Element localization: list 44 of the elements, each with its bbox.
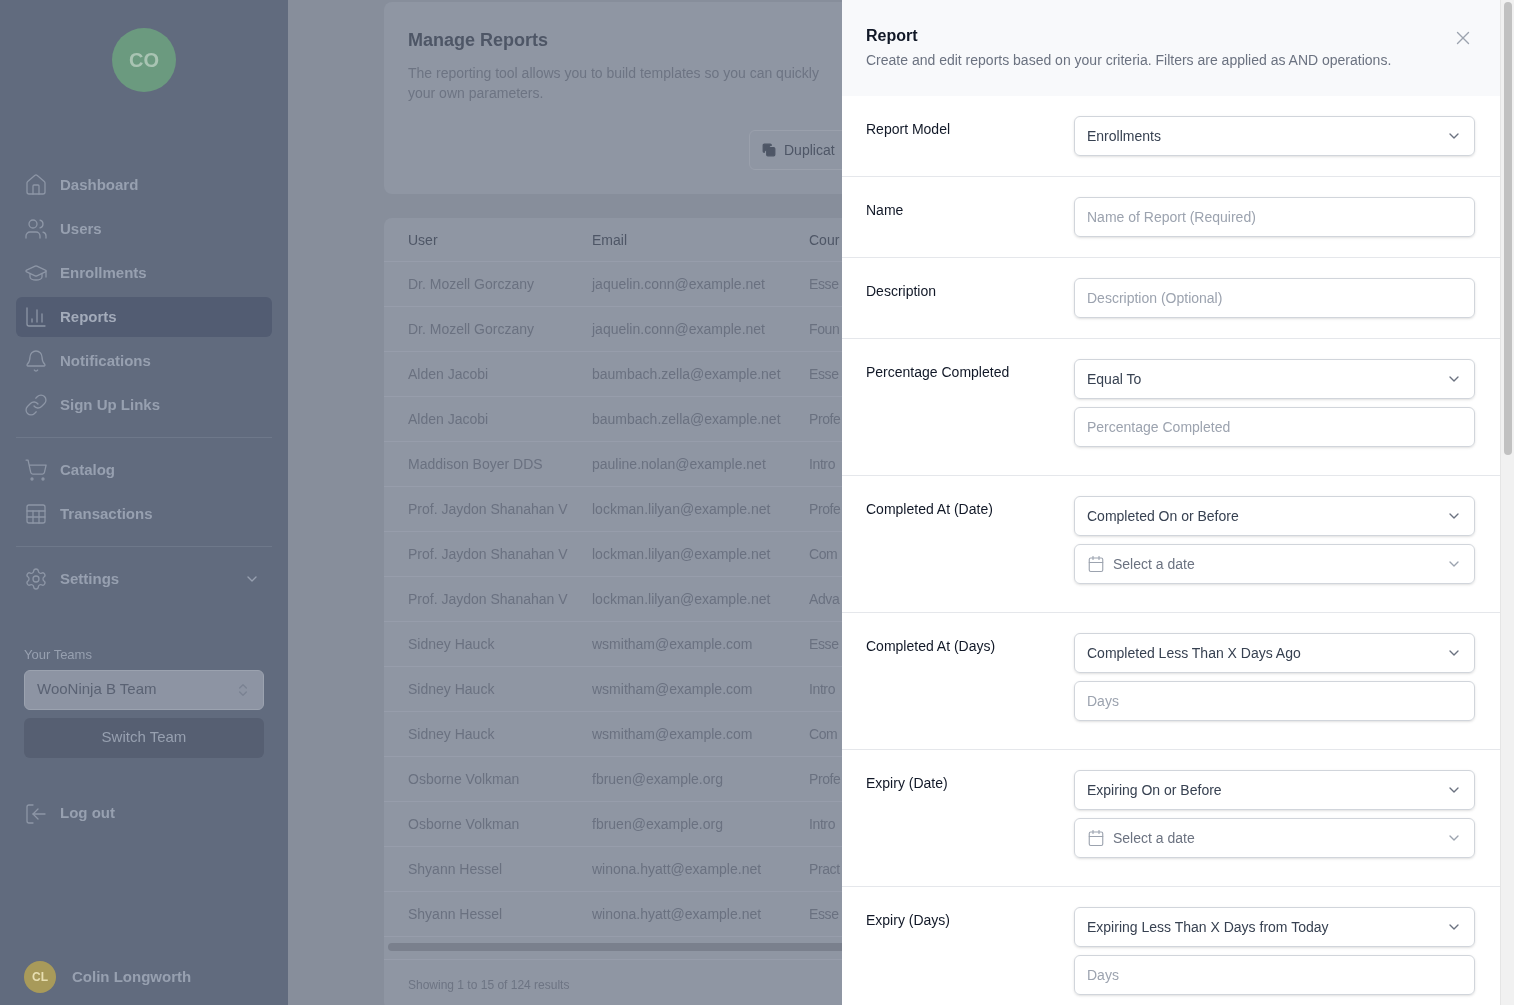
scrollbar-thumb[interactable]	[1503, 2, 1512, 455]
field-label: Expiry (Days)	[866, 911, 951, 930]
select-field[interactable]: Expiring On or Before	[1074, 770, 1475, 810]
text-field[interactable]: Days	[1074, 955, 1475, 995]
table-icon	[24, 502, 48, 526]
field-label: Expiry (Date)	[866, 774, 949, 793]
link-icon	[24, 393, 48, 417]
logout-icon	[24, 801, 48, 826]
text-field[interactable]: Days	[1074, 681, 1475, 721]
bar-chart-icon	[24, 305, 48, 329]
home-icon	[24, 173, 48, 197]
calendar-icon	[1087, 829, 1105, 847]
select-field[interactable]: Enrollments	[1074, 116, 1475, 156]
field-label: Completed At (Days)	[866, 637, 997, 656]
field-label: Completed At (Date)	[866, 500, 994, 519]
panel-subtitle: Create and edit reports based on your criteria. Filters are applied as AND operations.	[866, 51, 1393, 70]
field-label: Percentage Completed	[866, 363, 1011, 382]
panel-title: Report	[866, 26, 918, 46]
column-header: User	[407, 230, 439, 250]
column-header: Email	[592, 230, 628, 250]
switch-team-button[interactable]: Switch Team	[24, 717, 264, 758]
select-field[interactable]: Completed Less Than X Days Ago	[1074, 633, 1475, 673]
field-label: Description	[866, 282, 938, 301]
text-field[interactable]: Percentage Completed	[1074, 407, 1475, 447]
user-avatar: CL	[24, 961, 56, 993]
bell-icon	[24, 349, 48, 373]
copy-icon	[762, 143, 776, 157]
nav-item[interactable]: Reports	[16, 297, 272, 337]
date-select[interactable]: Select a date	[1074, 818, 1475, 858]
page-title: Manage Reports	[408, 29, 550, 52]
text-field[interactable]: Description (Optional)	[1074, 278, 1475, 318]
field-label: Report Model	[866, 120, 952, 139]
column-header: Cour	[809, 230, 840, 250]
date-select[interactable]: Select a date	[1074, 544, 1475, 584]
settings-icon	[24, 567, 48, 591]
select-field[interactable]: Equal To	[1074, 359, 1475, 399]
logo-avatar: CO	[112, 28, 176, 92]
select-field[interactable]: Completed On or Before	[1074, 496, 1475, 536]
select-field[interactable]: Expiring Less Than X Days from Today	[1074, 907, 1475, 947]
text-field[interactable]: Name of Report (Required)	[1074, 197, 1475, 237]
field-label: Name	[866, 201, 905, 220]
calendar-icon	[1087, 555, 1105, 573]
users-icon	[24, 217, 48, 241]
cart-icon	[24, 458, 48, 482]
